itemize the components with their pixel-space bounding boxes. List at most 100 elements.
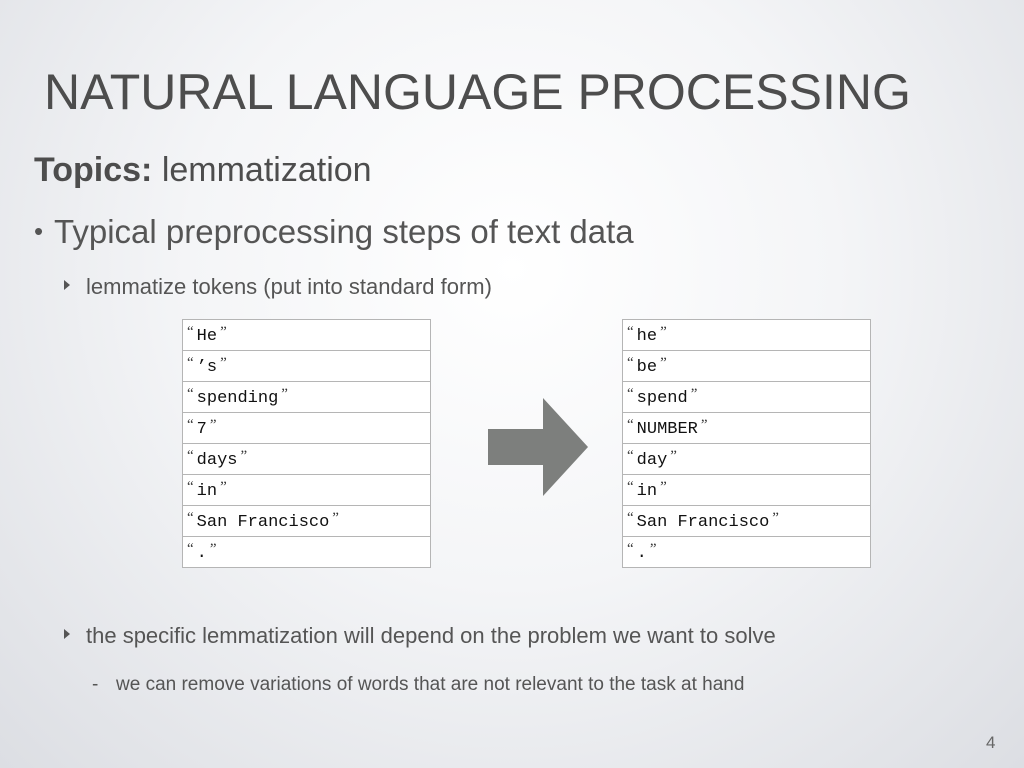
sub-bullet-specific-text: the specific lemmatization will depend o…: [86, 623, 776, 648]
open-quote: “: [187, 386, 194, 402]
token-cell: “be”: [622, 350, 871, 382]
token-text: San Francisco: [196, 513, 330, 532]
page-number: 4: [986, 733, 996, 752]
bullet-preprocessing-text: Typical preprocessing steps of text data: [54, 213, 634, 250]
lemmatized-token-row: “day”: [622, 443, 871, 475]
token-cell: “NUMBER”: [622, 412, 871, 444]
open-quote: “: [187, 324, 194, 340]
token-text: he: [636, 327, 658, 346]
close-quote: ”: [240, 448, 248, 464]
close-quote: ”: [700, 417, 708, 433]
original-token-row: “days”: [182, 443, 431, 475]
original-token-row: “spending”: [182, 381, 431, 413]
open-quote: “: [627, 324, 634, 340]
bullet-dot-icon: •: [34, 216, 44, 246]
close-quote: ”: [220, 324, 227, 340]
token-cell: “San Francisco”: [622, 505, 871, 537]
open-quote: “: [627, 541, 634, 557]
close-quote: ”: [649, 541, 657, 557]
close-quote: ”: [660, 324, 667, 340]
dash-bullet: -: [92, 674, 99, 695]
token-cell: “he”: [622, 319, 871, 351]
open-quote: “: [187, 355, 194, 371]
original-token-row: “7”: [182, 412, 431, 444]
token-text: He: [196, 327, 218, 346]
topics-line: Topics: lemmatization: [34, 150, 372, 191]
lemmatized-token-row: “in”: [622, 474, 871, 506]
bullet-preprocessing: • Typical preprocessing steps of text dat…: [34, 212, 634, 252]
token-cell: “in”: [182, 474, 431, 506]
token-text: in: [196, 482, 218, 501]
token-cell: “’s”: [182, 350, 431, 382]
original-tokens-table: “He” “’s” “spending” “7” “days” “in” “San Fran…: [182, 319, 431, 568]
open-quote: “: [627, 355, 634, 371]
lemmatized-token-row: “be”: [622, 350, 871, 382]
original-token-row: “San Francisco”: [182, 505, 431, 537]
lemmatized-token-row: “he”: [622, 319, 871, 351]
topics-value: lemmatization: [152, 151, 372, 189]
token-cell: “spending”: [182, 381, 431, 413]
close-quote: ”: [660, 479, 667, 495]
sub-bullet-specific: the specific lemmatization will depend o…: [64, 623, 776, 649]
open-quote: “: [627, 510, 634, 526]
token-cell: “in”: [622, 474, 871, 506]
close-quote: ”: [660, 355, 667, 371]
token-cell: “San Francisco”: [182, 505, 431, 537]
triangle-bullet-icon: [64, 629, 70, 639]
close-quote: ”: [220, 479, 227, 495]
close-quote: ”: [332, 510, 339, 526]
open-quote: “: [187, 541, 194, 557]
original-token-row: “He”: [182, 319, 431, 351]
token-text: be: [636, 358, 658, 377]
lemmatized-tokens-table: “he” “be” “spend” “NUMBER” “day” “in” “San Fra…: [622, 319, 871, 568]
token-cell: “He”: [182, 319, 431, 351]
token-text: spend: [636, 389, 688, 408]
token-text: 7: [196, 420, 207, 439]
close-quote: ”: [772, 510, 779, 526]
token-cell: “7”: [182, 412, 431, 444]
token-text: in: [636, 482, 658, 501]
open-quote: “: [187, 479, 194, 495]
open-quote: “: [627, 448, 634, 464]
close-quote: ”: [220, 355, 227, 371]
lemmatized-token-row: “spend”: [622, 381, 871, 413]
token-text: spending: [196, 389, 279, 408]
token-cell: “.”: [622, 536, 871, 568]
open-quote: “: [187, 448, 194, 464]
open-quote: “: [627, 386, 634, 402]
sub-bullet-lemmatize-text: lemmatize tokens (put into standard form…: [86, 274, 492, 299]
slide-title: NATURAL LANGUAGE PROCESSING: [44, 64, 911, 120]
open-quote: “: [187, 510, 194, 526]
open-quote: “: [627, 417, 634, 433]
close-quote: ”: [670, 448, 677, 464]
arrow-shape: [488, 398, 588, 496]
original-token-row: “in”: [182, 474, 431, 506]
open-quote: “: [187, 417, 194, 433]
token-cell: “spend”: [622, 381, 871, 413]
sub-sub-bullet-text: we can remove variations of words that a…: [116, 674, 745, 695]
lemmatized-token-row: “San Francisco”: [622, 505, 871, 537]
close-quote: ”: [209, 541, 217, 557]
token-text: days: [196, 451, 238, 470]
token-cell: “day”: [622, 443, 871, 475]
sub-bullet-lemmatize: lemmatize tokens (put into standard form…: [64, 274, 492, 300]
original-token-row: “’s”: [182, 350, 431, 382]
token-text: day: [636, 451, 668, 470]
token-cell: “days”: [182, 443, 431, 475]
token-cell: “.”: [182, 536, 431, 568]
close-quote: ”: [209, 417, 217, 433]
right-arrow-icon: [488, 398, 588, 496]
token-text: San Francisco: [636, 513, 770, 532]
token-text: ’s: [196, 358, 218, 377]
close-quote: ”: [690, 386, 698, 402]
token-text: NUMBER: [636, 420, 698, 439]
open-quote: “: [627, 479, 634, 495]
triangle-bullet-icon: [64, 280, 70, 290]
original-token-row: “.”: [182, 536, 431, 568]
lemmatized-token-row: “NUMBER”: [622, 412, 871, 444]
close-quote: ”: [281, 386, 288, 402]
token-text: .: [636, 544, 647, 563]
topics-label: Topics:: [34, 151, 153, 189]
sub-sub-bullet-variations: - we can remove variations of words that …: [92, 674, 744, 697]
lemmatized-token-row: “.”: [622, 536, 871, 568]
